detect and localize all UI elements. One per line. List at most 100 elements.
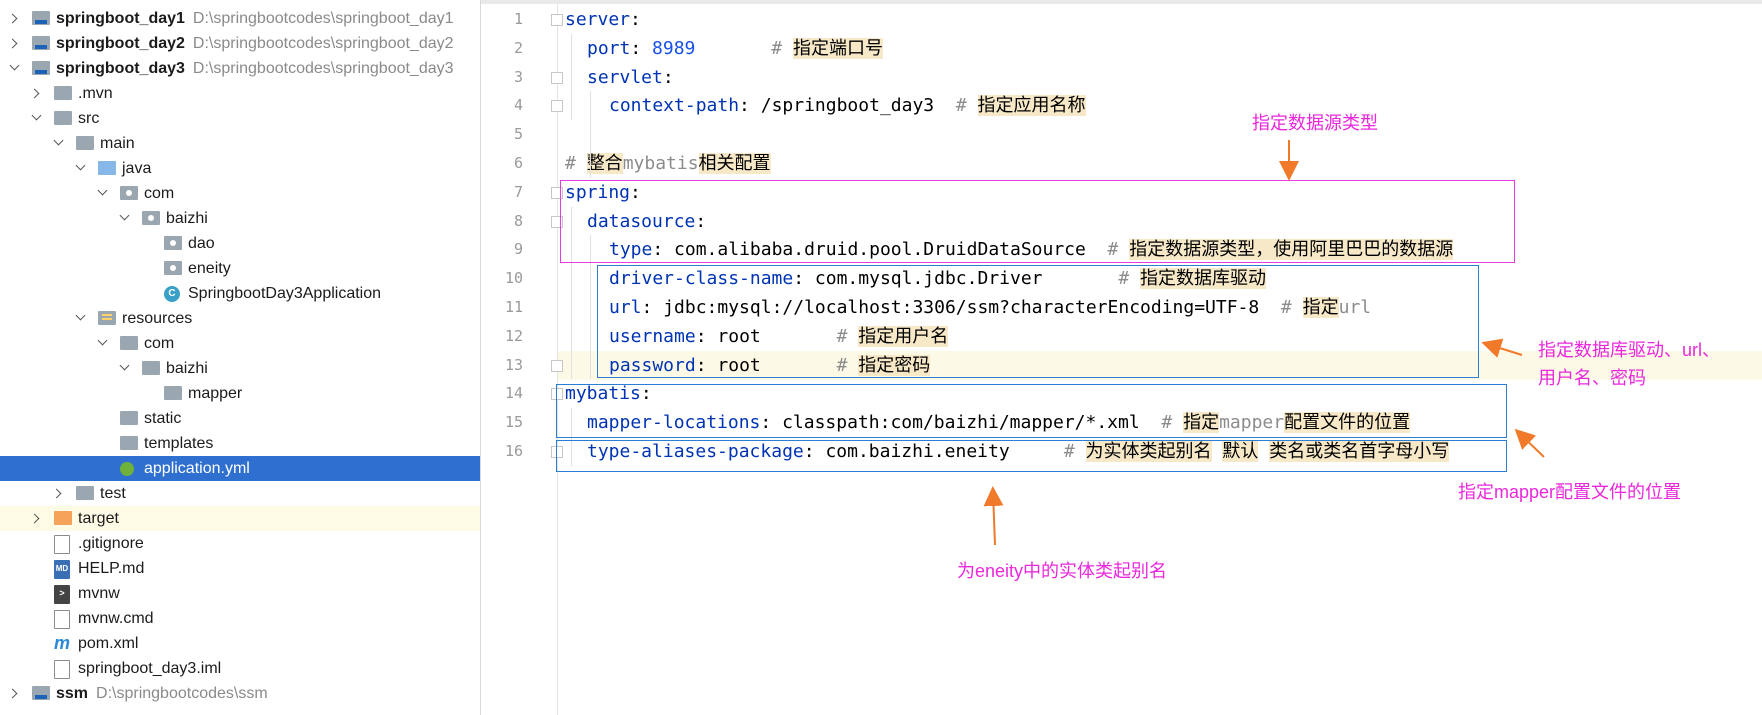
tree-item-label: springboot_day3.iml xyxy=(78,660,222,677)
tree-item-label: dao xyxy=(188,235,215,252)
tree-item-label: templates xyxy=(144,435,214,452)
chevron-down-icon[interactable] xyxy=(96,181,110,206)
folder-icon xyxy=(32,36,50,50)
tree-item[interactable]: .gitignore xyxy=(0,531,480,556)
folder-icon xyxy=(120,336,138,350)
tree-item-path: D:\springbootcodes\ssm xyxy=(96,685,268,702)
chevron-right-icon[interactable] xyxy=(8,31,22,56)
folder-icon xyxy=(54,511,72,525)
tree-item[interactable]: MD HELP.md xyxy=(0,556,480,581)
fold-marker-icon[interactable] xyxy=(551,100,563,113)
chevron-right-icon[interactable] xyxy=(52,481,66,506)
tree-item[interactable]: springboot_day2 D:\springbootcodes\spring… xyxy=(0,31,480,56)
tree-item-label: baizhi xyxy=(166,210,208,227)
code-line[interactable]: context-path: /springboot_day3 # 指定应用名称 xyxy=(609,91,1086,120)
line-number: 6 xyxy=(513,154,523,172)
tree-item-label: springboot_day2 D:\springbootcodes\spring… xyxy=(56,35,454,52)
folder-icon xyxy=(120,186,138,200)
yaml-colon: : xyxy=(739,95,750,117)
tree-item[interactable]: ssm D:\springbootcodes\ssm xyxy=(0,681,480,706)
tree-item[interactable]: eneity xyxy=(0,256,480,281)
line-number: 5 xyxy=(513,125,523,144)
fold-marker-icon[interactable] xyxy=(551,14,563,26)
tree-item-label: com xyxy=(144,185,175,202)
code-line[interactable]: server: xyxy=(565,5,641,34)
line-number: 3 xyxy=(513,67,523,86)
tree-item[interactable]: .mvn xyxy=(0,81,480,106)
tree-item[interactable]: test xyxy=(0,481,480,506)
folder-icon xyxy=(164,386,182,400)
tree-item[interactable]: springboot_day1 D:\springbootcodes\spring… xyxy=(0,6,480,31)
chevron-down-icon[interactable] xyxy=(118,206,132,231)
folder-icon xyxy=(76,486,94,500)
chevron-down-icon[interactable] xyxy=(30,106,44,131)
tree-item[interactable]: springboot_day3 D:\springbootcodes\spring… xyxy=(0,56,480,81)
tree-item[interactable]: src xyxy=(0,106,480,131)
tree-item-label: com xyxy=(144,335,175,352)
tree-item[interactable]: templates xyxy=(0,431,480,456)
folder-icon xyxy=(54,86,72,100)
tree-item-label: springboot_day3 D:\springbootcodes\spring… xyxy=(56,60,454,77)
code-line[interactable]: # 整合mybatis相关配置 xyxy=(565,149,771,178)
tree-item-label: resources xyxy=(122,310,193,327)
comment-text: 指定应用名称 xyxy=(977,95,1086,117)
chevron-down-icon[interactable] xyxy=(52,131,66,156)
tree-item[interactable]: resources xyxy=(0,306,480,331)
code-line[interactable]: servlet: xyxy=(587,63,674,92)
folder-icon xyxy=(142,361,160,375)
line-number: 14 xyxy=(504,384,523,403)
tree-item[interactable]: main xyxy=(0,131,480,156)
tree-item-label: ssm D:\springbootcodes\ssm xyxy=(56,685,268,702)
tree-item[interactable]: java xyxy=(0,156,480,181)
tree-item-label: SpringbootDay3Application xyxy=(188,285,382,302)
tree-item[interactable]: baizhi xyxy=(0,356,480,381)
annotation-datasource-type: 指定数据源类型 xyxy=(1252,113,1378,133)
tree-item[interactable]: target xyxy=(0,506,480,531)
tree-item[interactable]: com xyxy=(0,331,480,356)
tree-item[interactable]: baizhi xyxy=(0,206,480,231)
tree-item[interactable]: mapper xyxy=(0,381,480,406)
tree-item[interactable]: springboot_day3.iml xyxy=(0,656,480,681)
tree-item[interactable]: dao xyxy=(0,231,480,256)
file-icon: MD xyxy=(54,560,70,579)
fold-marker-icon[interactable] xyxy=(551,359,563,372)
line-number: 15 xyxy=(504,413,523,432)
yaml-value: /springboot_day3 xyxy=(760,95,935,117)
tree-item-label: mvnw.cmd xyxy=(78,610,154,627)
tree-item[interactable]: > mvnw xyxy=(0,581,480,606)
file-icon: m xyxy=(54,633,71,653)
line-number: 2 xyxy=(513,38,523,57)
chevron-down-icon[interactable] xyxy=(96,331,110,356)
folder-icon xyxy=(32,61,50,75)
chevron-down-icon[interactable] xyxy=(74,306,88,331)
chevron-right-icon[interactable] xyxy=(30,506,44,531)
file-icon: C xyxy=(164,286,180,302)
chevron-down-icon[interactable] xyxy=(8,56,22,81)
yaml-colon: : xyxy=(630,37,642,59)
tree-item[interactable]: C SpringbootDay3Application xyxy=(0,281,480,306)
tree-item-label: HELP.md xyxy=(78,560,145,577)
tree-item[interactable]: com xyxy=(0,181,480,206)
tree-item[interactable]: mvnw.cmd xyxy=(0,606,480,631)
tree-item-label: target xyxy=(78,510,119,527)
fold-marker-icon[interactable] xyxy=(551,71,563,84)
chevron-right-icon[interactable] xyxy=(8,681,22,706)
comment-hash: # xyxy=(955,95,978,117)
chevron-right-icon[interactable] xyxy=(30,81,44,106)
yaml-key: server xyxy=(565,9,631,30)
tree-item[interactable]: application.yml xyxy=(0,456,480,481)
tree-item-label: java xyxy=(122,160,152,177)
file-icon xyxy=(54,660,70,679)
line-number: 9 xyxy=(513,240,523,259)
chevron-down-icon[interactable] xyxy=(74,156,88,181)
tree-item[interactable]: m pom.xml xyxy=(0,631,480,656)
code-line[interactable]: port: 8989 # 指定端口号 xyxy=(587,34,883,63)
tree-item-label: baizhi xyxy=(166,360,208,377)
chevron-right-icon[interactable] xyxy=(8,6,22,31)
yaml-key: port xyxy=(587,37,631,59)
chevron-down-icon[interactable] xyxy=(118,356,132,381)
tree-item[interactable]: static xyxy=(0,406,480,431)
tree-item-label: src xyxy=(78,110,100,127)
